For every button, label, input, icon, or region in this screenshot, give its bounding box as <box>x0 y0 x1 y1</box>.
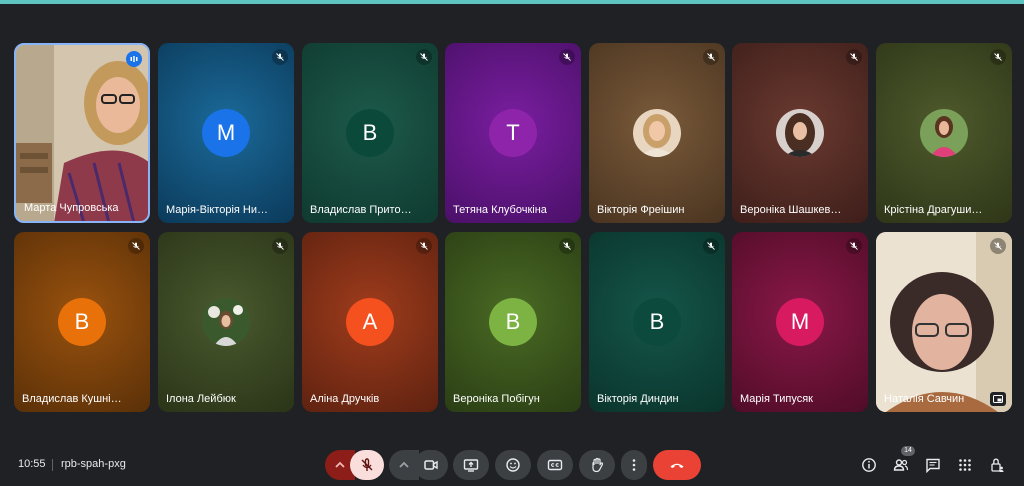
participant-photo <box>633 109 681 157</box>
apps-icon <box>959 459 971 471</box>
participant-photo <box>920 109 968 157</box>
participants-count-badge: 14 <box>901 446 915 456</box>
participant-tile[interactable]: Вікторія Фреішин <box>589 43 725 223</box>
mic-off-icon <box>128 238 144 254</box>
participant-tile[interactable]: А Аліна Дручків <box>302 232 438 412</box>
participant-name: Тетяна Клубочкіна <box>453 204 547 216</box>
participant-tile[interactable]: М Марія-Вікторія Нико… <box>158 43 294 223</box>
captions-button[interactable] <box>537 450 573 480</box>
mic-off-icon <box>846 238 862 254</box>
mic-off-icon <box>416 49 432 65</box>
participant-avatar: М <box>202 109 250 157</box>
participant-name: Марія-Вікторія Нико… <box>166 204 268 216</box>
mic-off-icon <box>559 49 575 65</box>
leave-call-button[interactable] <box>653 450 701 480</box>
participant-tile[interactable]: Марта Чупровська <box>14 43 150 223</box>
mic-off-icon <box>990 49 1006 65</box>
participant-tile[interactable]: Вероніка Шашкевич <box>732 43 868 223</box>
hand-icon <box>592 457 604 473</box>
participant-avatar: М <box>776 298 824 346</box>
participant-name: Ілона Лейбюк <box>166 393 236 405</box>
mic-off-icon <box>990 238 1006 254</box>
participant-tile[interactable]: В Владислав Кушнірюк <box>14 232 150 412</box>
reactions-button[interactable] <box>495 450 531 480</box>
mic-off-icon <box>361 458 373 471</box>
present-screen-button[interactable] <box>453 450 489 480</box>
participant-tile[interactable]: Наталія Савчин <box>876 232 1012 412</box>
lock-person-icon <box>991 458 1004 472</box>
mic-off-icon <box>272 49 288 65</box>
participant-tile[interactable]: Крістіна Драгушин… <box>876 43 1012 223</box>
participant-tile[interactable]: Ілона Лейбюк <box>158 232 294 412</box>
mic-off-icon <box>559 238 575 254</box>
participant-video <box>876 232 1012 412</box>
participant-tile[interactable]: В Вікторія Диндин <box>589 232 725 412</box>
captions-icon <box>547 459 563 471</box>
participant-avatar: В <box>633 298 681 346</box>
participant-tile[interactable]: В Владислав Притоць… <box>302 43 438 223</box>
present-screen-icon <box>463 459 479 472</box>
participant-name: Аліна Дручків <box>310 393 380 405</box>
meeting-info-button[interactable] <box>860 456 878 474</box>
people-button[interactable] <box>892 456 910 474</box>
participant-tile[interactable]: Т Тетяна Клубочкіна <box>445 43 581 223</box>
mic-off-icon <box>703 238 719 254</box>
mic-toggle-button[interactable] <box>350 450 384 480</box>
participant-name: Крістіна Драгушин… <box>884 204 986 216</box>
participant-avatar: В <box>489 298 537 346</box>
chevron-up-icon <box>335 461 345 468</box>
chat-icon <box>926 458 940 473</box>
more-vert-icon <box>632 459 636 471</box>
divider <box>52 459 53 471</box>
participant-name: Вікторія Фреішин <box>597 204 685 216</box>
participant-name: Вероніка Побігун <box>453 393 540 405</box>
meeting-time: 10:55 <box>18 458 46 470</box>
control-bar: 10:55 rpb-spah-pxg 14 <box>0 444 1024 486</box>
raise-hand-button[interactable] <box>579 450 615 480</box>
mic-off-icon <box>416 238 432 254</box>
camera-icon <box>424 460 438 470</box>
participant-avatar: В <box>346 109 394 157</box>
participant-video <box>16 45 148 221</box>
emoji-icon <box>506 458 520 472</box>
more-options-button[interactable] <box>621 450 647 480</box>
chat-button[interactable] <box>924 456 942 474</box>
mic-off-icon <box>703 49 719 65</box>
participant-tile[interactable]: М Марія Типусяк <box>732 232 868 412</box>
participant-photo <box>202 298 250 346</box>
meeting-code: rpb-spah-pxg <box>61 458 126 470</box>
participant-name: Марта Чупровська <box>24 202 119 214</box>
participant-name: Владислав Кушнірюк <box>22 393 124 405</box>
chevron-up-icon <box>399 461 409 468</box>
speaking-indicator-icon <box>126 51 142 67</box>
end-call-icon <box>670 463 684 468</box>
mic-off-icon <box>846 49 862 65</box>
pin-icon[interactable] <box>990 392 1006 406</box>
participants-grid: Марта Чупровська М Марія-Вікторія Нико… … <box>0 4 1024 444</box>
participant-name: Наталія Савчин <box>884 393 965 405</box>
participant-avatar: А <box>346 298 394 346</box>
camera-toggle-button[interactable] <box>414 450 448 480</box>
activities-button[interactable] <box>956 456 974 474</box>
participant-avatar: Т <box>489 109 537 157</box>
participant-name: Вікторія Диндин <box>597 393 679 405</box>
participant-name: Вероніка Шашкевич <box>740 204 842 216</box>
host-controls-button[interactable] <box>988 456 1006 474</box>
people-icon <box>893 459 909 471</box>
info-icon <box>862 458 876 472</box>
participant-tile[interactable]: В Вероніка Побігун <box>445 232 581 412</box>
participant-name: Владислав Притоць… <box>310 204 412 216</box>
participant-photo <box>776 109 824 157</box>
participant-avatar: В <box>58 298 106 346</box>
mic-off-icon <box>272 238 288 254</box>
participant-name: Марія Типусяк <box>740 393 813 405</box>
